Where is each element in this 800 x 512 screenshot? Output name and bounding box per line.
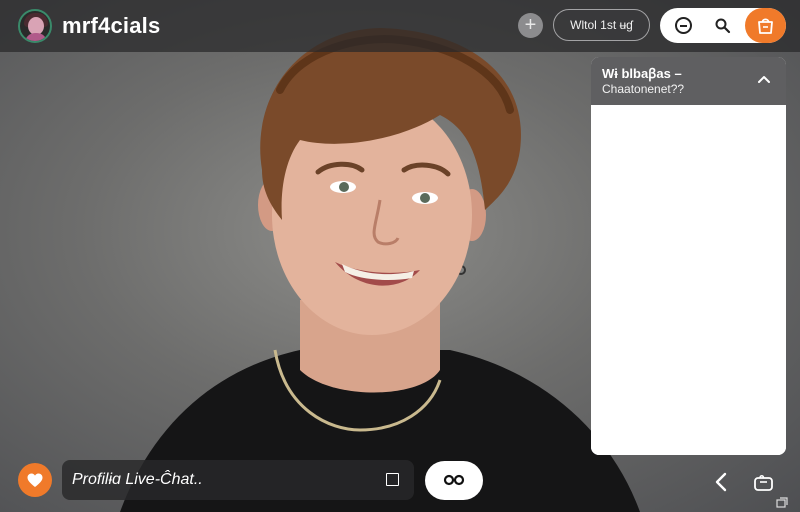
search-icon[interactable] — [714, 17, 732, 35]
shopping-bag-icon — [758, 18, 773, 34]
minus-circle-icon[interactable] — [675, 17, 692, 34]
shopping-bag-button[interactable] — [745, 8, 786, 43]
like-button[interactable] — [18, 463, 52, 497]
chevron-left-icon[interactable] — [712, 471, 732, 493]
chat-title: Wɨ blbaꞵas – — [602, 66, 682, 81]
plus-icon[interactable]: + — [518, 13, 543, 38]
heart-icon — [27, 473, 43, 487]
gift-box-icon[interactable] — [752, 471, 776, 495]
avatar-icon[interactable] — [18, 9, 52, 43]
chevron-up-icon[interactable] — [756, 72, 772, 88]
chat-input-bar[interactable]: Profilɨɑ Live-Ĉhat.. — [62, 460, 414, 500]
square-icon[interactable] — [386, 473, 399, 486]
chat-header: Wɨ blbaꞵas – Chaatonenet?? — [591, 57, 786, 105]
action-group — [660, 8, 786, 43]
chat-subtitle: Chaatonenet?? — [602, 82, 685, 96]
infinity-icon — [443, 474, 465, 486]
resize-icon[interactable] — [776, 497, 788, 509]
chat-panel: Wɨ blbaꞵas – Chaatonenet?? — [591, 57, 786, 455]
go-button[interactable] — [425, 461, 483, 500]
chat-messages-area[interactable] — [591, 105, 786, 455]
channel-name[interactable]: mrf4cials — [62, 13, 160, 39]
chat-input-label[interactable]: Profilɨɑ Live-Ĉhat.. — [72, 471, 203, 489]
top-bar: mrf4cials + Wltol 1st ʉɠ — [0, 0, 800, 52]
status-pill[interactable]: Wltol 1st ʉɠ — [553, 9, 650, 41]
